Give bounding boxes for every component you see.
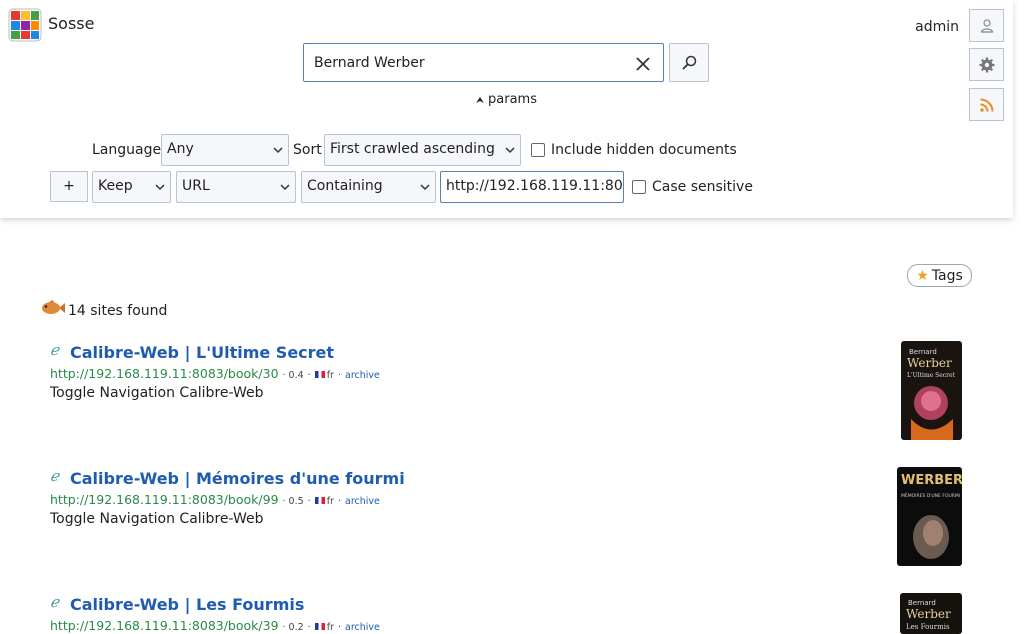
language-label: Language <box>92 142 162 158</box>
page-icon: ℯ <box>50 593 59 611</box>
include-hidden-label: Include hidden documents <box>551 142 737 158</box>
include-hidden-checkbox[interactable] <box>531 143 545 157</box>
keep-value: Keep <box>98 178 133 194</box>
fish-icon <box>42 300 65 314</box>
gear-icon <box>979 57 994 72</box>
archive-link[interactable]: archive <box>345 496 380 507</box>
tags-label: Tags <box>931 267 963 284</box>
case-sensitive-label: Case sensitive <box>652 179 753 195</box>
caret-up-icon <box>476 96 484 103</box>
app-name[interactable]: Sosse <box>48 14 94 33</box>
result-meta: http://192.168.119.11:8083/book/39 · 0.2… <box>50 618 380 633</box>
svg-text:WERBER: WERBER <box>901 473 962 488</box>
book-cover-thumbnail[interactable]: Bernard Werber Les Fourmis <box>900 593 962 634</box>
flag-fr-icon <box>314 371 325 378</box>
rss-icon <box>979 98 993 112</box>
svg-text:Bernard: Bernard <box>908 599 936 607</box>
field-value: URL <box>182 178 210 194</box>
profile-button[interactable] <box>969 9 1004 42</box>
result-lang: fr <box>326 622 334 633</box>
match-select[interactable]: Containing <box>301 171 436 203</box>
results-count: 14 sites found <box>68 303 168 319</box>
book-cover-thumbnail[interactable]: Bernard Werber L'Ultime Secret <box>901 341 962 440</box>
svg-text:Werber: Werber <box>907 356 952 370</box>
result-score: · 0.5 <box>282 496 304 507</box>
clear-icon[interactable] <box>632 53 654 75</box>
result-meta: http://192.168.119.11:8083/book/99 · 0.5… <box>50 492 380 507</box>
chevron-down-icon <box>505 147 515 154</box>
svg-text:Werber: Werber <box>906 607 951 621</box>
language-select[interactable]: Any <box>161 134 289 166</box>
search-button[interactable] <box>669 43 709 82</box>
chevron-down-icon <box>155 184 165 191</box>
search-box <box>303 43 664 82</box>
user-icon <box>980 18 993 33</box>
result-lang: fr <box>326 496 334 507</box>
result-score: · 0.2 <box>282 622 304 633</box>
flag-fr-icon <box>314 497 325 504</box>
params-toggle[interactable]: params <box>475 92 537 107</box>
result-url[interactable]: http://192.168.119.11:8083/book/39 <box>50 618 279 633</box>
flag-fr-icon <box>314 623 325 630</box>
archive-link[interactable]: archive <box>345 622 380 633</box>
rss-button[interactable] <box>969 88 1004 121</box>
result-meta: http://192.168.119.11:8083/book/30 · 0.4… <box>50 366 380 381</box>
result-url[interactable]: http://192.168.119.11:8083/book/30 <box>50 366 279 381</box>
svg-text:Les Fourmis: Les Fourmis <box>906 623 950 631</box>
page-icon: ℯ <box>50 467 59 485</box>
result-score: · 0.4 <box>282 370 304 381</box>
sort-value: First crawled ascending <box>330 141 495 157</box>
result-lang: fr <box>326 370 334 381</box>
result-url[interactable]: http://192.168.119.11:8083/book/99 <box>50 492 279 507</box>
sosse-logo[interactable] <box>8 8 42 42</box>
sort-select[interactable]: First crawled ascending <box>324 134 521 166</box>
add-filter-button[interactable]: + <box>50 171 88 202</box>
username: admin <box>915 19 959 35</box>
chevron-down-icon <box>273 147 283 154</box>
archive-link[interactable]: archive <box>345 370 380 381</box>
result-snippet: Toggle Navigation Calibre-Web <box>50 385 264 401</box>
filter-value-input[interactable]: http://192.168.119.11:8083 <box>440 171 624 203</box>
tags-button[interactable]: ★ Tags <box>907 264 972 287</box>
sort-label: Sort <box>293 142 322 158</box>
chevron-down-icon <box>280 184 290 191</box>
result-title[interactable]: Calibre-Web | Mémoires d'une fourmi <box>70 469 405 488</box>
result-title[interactable]: Calibre-Web | Les Fourmis <box>70 595 304 614</box>
language-value: Any <box>167 141 194 157</box>
field-select[interactable]: URL <box>176 171 296 203</box>
star-icon: ★ <box>916 267 929 284</box>
chevron-down-icon <box>420 184 430 191</box>
keep-select[interactable]: Keep <box>92 171 171 203</box>
svg-text:Bernard: Bernard <box>909 348 937 356</box>
params-label: params <box>488 92 537 107</box>
page-icon: ℯ <box>50 341 59 359</box>
book-cover-thumbnail[interactable]: WERBER MÉMOIRES D'UNE FOURMI <box>897 467 962 566</box>
search-icon <box>682 55 697 70</box>
case-sensitive-checkbox[interactable] <box>632 180 646 194</box>
search-input[interactable] <box>314 53 614 73</box>
svg-text:L'Ultime Secret: L'Ultime Secret <box>907 372 956 379</box>
settings-button[interactable] <box>969 48 1004 81</box>
result-title[interactable]: Calibre-Web | L'Ultime Secret <box>70 343 334 362</box>
match-value: Containing <box>307 178 383 194</box>
result-snippet: Toggle Navigation Calibre-Web <box>50 511 264 527</box>
